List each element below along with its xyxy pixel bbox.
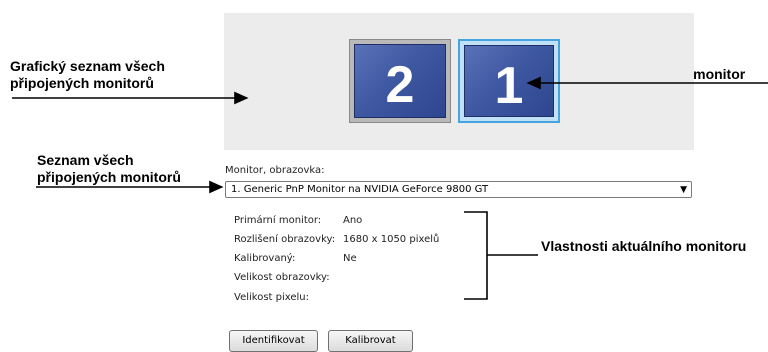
- monitor-select-label: Monitor, obrazovka:: [225, 165, 325, 176]
- property-label-resolution: Rozlišení obrazovky:: [234, 234, 336, 245]
- annotation-graphic-list-line1: Grafický seznam všech: [10, 58, 165, 74]
- calibrate-button[interactable]: Kalibrovat: [328, 330, 413, 352]
- property-label-primary: Primární monitor:: [234, 215, 322, 226]
- monitor-select-value: 1. Generic PnP Monitor na NVIDIA GeForce…: [231, 184, 489, 195]
- identify-button[interactable]: Identifikovat: [229, 330, 318, 352]
- monitor-preview-area: 2 1: [224, 13, 694, 150]
- property-label-calibrated: Kalibrovaný:: [234, 253, 296, 264]
- annotation-graphic-list: Grafický seznam všech připojených monito…: [10, 58, 165, 92]
- properties-bracket: [464, 211, 488, 300]
- annotation-list-all: Seznam všech připojených monitorů: [37, 152, 181, 186]
- monitor-1-number: 1: [494, 57, 524, 115]
- monitor-2-face: 2: [354, 44, 446, 118]
- monitor-1-tile[interactable]: 1: [458, 39, 560, 123]
- monitor-1-face: 1: [464, 45, 554, 117]
- property-value-calibrated: Ne: [343, 253, 357, 264]
- annotation-list-all-line2: připojených monitorů: [37, 169, 181, 185]
- annotation-graphic-list-line2: připojených monitorů: [10, 75, 154, 91]
- monitor-2-tile[interactable]: 2: [349, 39, 451, 123]
- property-label-screen-size: Velikost obrazovky:: [234, 272, 330, 283]
- monitor-2-number: 2: [385, 56, 415, 114]
- annotation-list-all-line1: Seznam všech: [37, 152, 134, 168]
- property-label-pixel-size: Velikost pixelu:: [234, 292, 310, 303]
- chevron-down-icon: ▼: [680, 185, 687, 195]
- annotation-properties: Vlastnosti aktuálního monitoru: [541, 238, 747, 254]
- monitor-select[interactable]: 1. Generic PnP Monitor na NVIDIA GeForce…: [225, 181, 692, 198]
- property-value-primary: Ano: [343, 215, 363, 226]
- property-value-resolution: 1680 x 1050 pixelů: [343, 234, 440, 245]
